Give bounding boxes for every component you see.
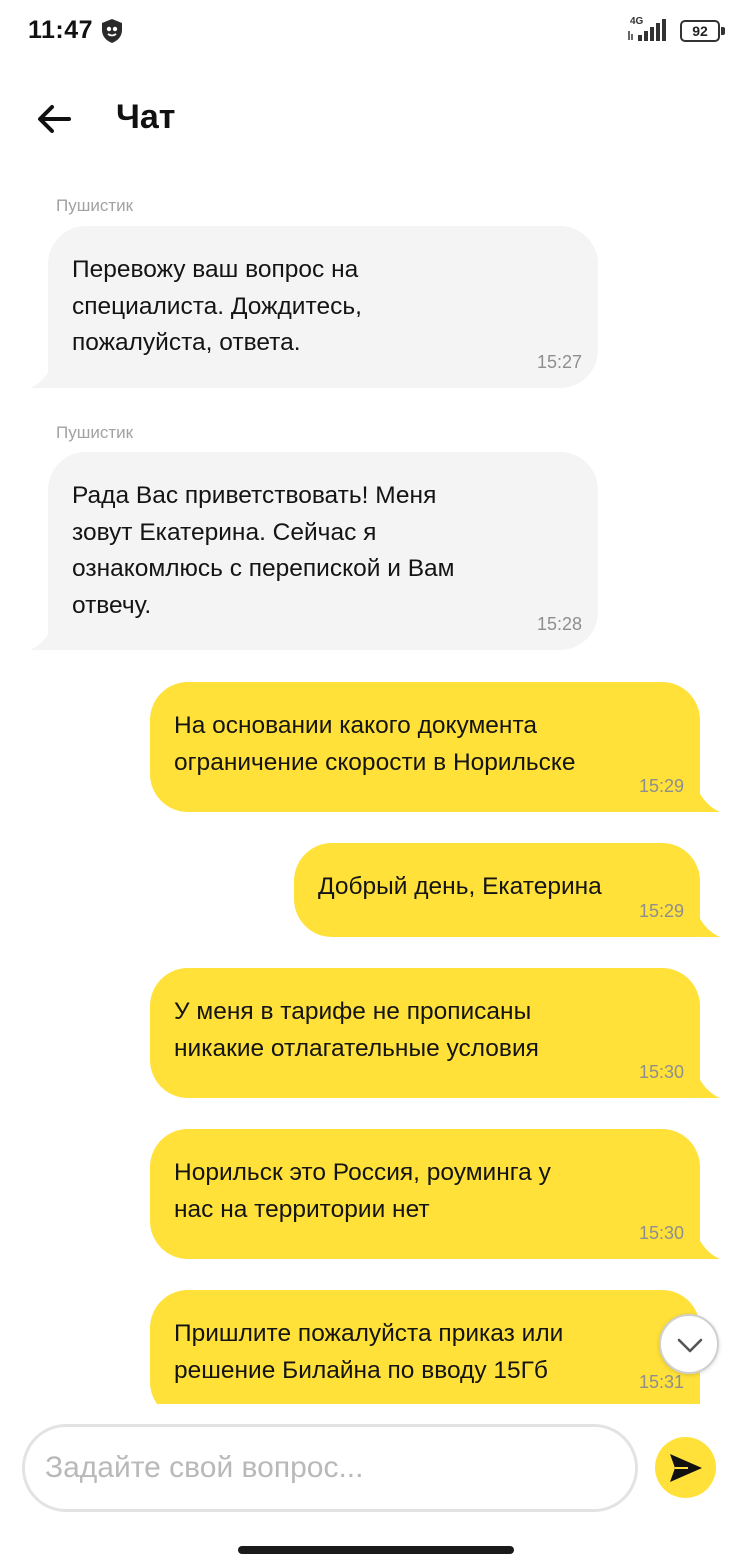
message-list[interactable]: Пушистик Перевожу ваш вопрос на специали… — [0, 180, 750, 1404]
signal-icon: 4G — [626, 16, 670, 44]
bubble-tail — [698, 1076, 720, 1098]
chat-screen: 11:47 4G 92 Чат Пушистик Перевожу ваш во… — [0, 0, 750, 1561]
sender-name: Пушистик — [56, 423, 134, 442]
message-text: Рада Вас приветствовать! Меня зовут Екат… — [72, 482, 455, 619]
battery-level: 92 — [680, 20, 720, 42]
bubble-tail — [698, 790, 720, 812]
message-bubble-incoming[interactable]: Перевожу ваш вопрос на специалиста. Дожд… — [48, 226, 598, 388]
scroll-down-button[interactable] — [659, 1314, 719, 1374]
message-text: На основании какого документа ограничени… — [174, 712, 576, 776]
page-title: Чат — [116, 98, 176, 136]
message-time: 15:29 — [638, 776, 684, 796]
status-bar: 11:47 4G 92 — [0, 0, 750, 64]
message-text: Добрый день, Екатерина — [318, 873, 602, 900]
message-bubble-outgoing[interactable]: Норильск это Россия, роуминга у нас на т… — [150, 1129, 700, 1259]
arrow-left-icon — [38, 105, 71, 133]
shield-icon — [100, 18, 124, 44]
message-input[interactable] — [22, 1424, 638, 1512]
message-time: 15:29 — [638, 901, 684, 921]
message-text: Норильск это Россия, роуминга у нас на т… — [174, 1159, 551, 1223]
status-time: 11:47 — [28, 16, 94, 44]
message-time: 15:28 — [536, 614, 582, 634]
message-time: 15:27 — [536, 352, 582, 372]
message-bubble-incoming[interactable]: Рада Вас приветствовать! Меня зовут Екат… — [48, 452, 598, 650]
battery-icon: 92 — [680, 20, 726, 42]
message-bubble-outgoing[interactable]: На основании какого документа ограничени… — [150, 682, 700, 812]
composer-bar — [0, 1404, 750, 1561]
sender-name: Пушистик — [56, 196, 134, 215]
message-text: Пришлите пожалуйста приказ или решение Б… — [174, 1320, 564, 1384]
send-icon — [670, 1454, 702, 1482]
message-time: 15:30 — [638, 1223, 684, 1243]
bubble-tail — [698, 1237, 720, 1259]
bubble-tail — [698, 915, 720, 937]
home-indicator — [238, 1546, 514, 1554]
chevron-down-icon — [677, 1338, 703, 1353]
message-time: 15:30 — [638, 1062, 684, 1082]
message-time: 15:31 — [638, 1372, 684, 1392]
message-text: У меня в тарифе не прописаны никакие отл… — [174, 998, 539, 1062]
bubble-tail — [30, 628, 52, 650]
message-bubble-outgoing[interactable]: Пришлите пожалуйста приказ или решение Б… — [150, 1290, 700, 1404]
message-text: Перевожу ваш вопрос на специалиста. Дожд… — [72, 256, 362, 356]
header: Чат — [0, 80, 750, 160]
message-bubble-outgoing[interactable]: У меня в тарифе не прописаны никакие отл… — [150, 968, 700, 1098]
back-button[interactable] — [30, 94, 80, 144]
message-bubble-outgoing[interactable]: Добрый день, Екатерина 15:29 — [294, 843, 700, 937]
send-button[interactable] — [655, 1437, 716, 1498]
bubble-tail — [30, 366, 52, 388]
